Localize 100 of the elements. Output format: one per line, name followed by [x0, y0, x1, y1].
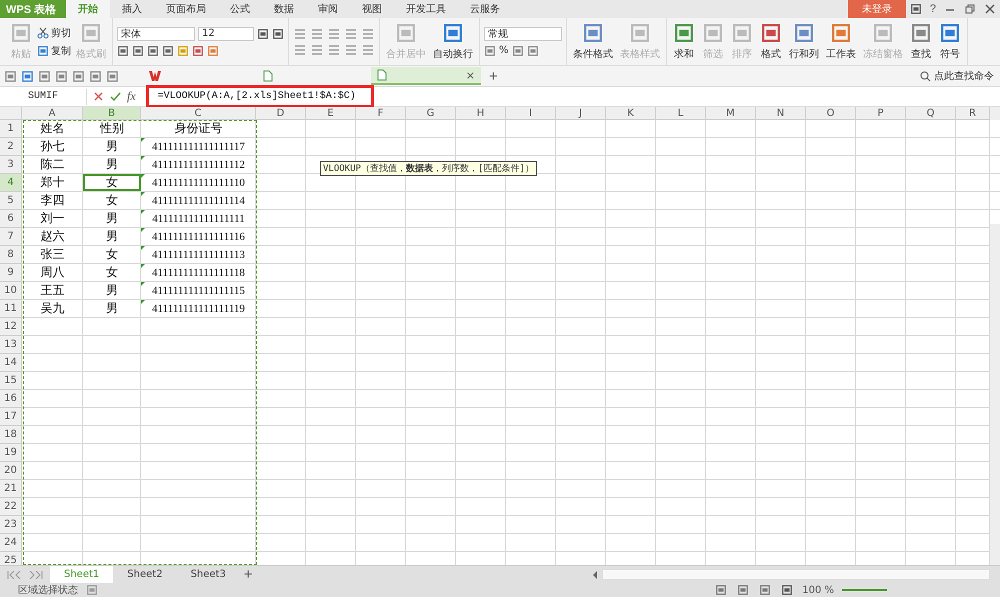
table-cell-text: 陈二 — [40, 156, 66, 173]
help-button[interactable]: ? — [926, 0, 940, 18]
font-size-field[interactable]: 12 — [198, 26, 254, 40]
row-header[interactable]: 22 — [0, 498, 22, 516]
new-tab-button[interactable]: + — [485, 68, 502, 84]
scroll-left-icon[interactable] — [592, 570, 598, 578]
function-button[interactable]: fx — [127, 89, 136, 104]
row-header[interactable]: 5 — [0, 192, 22, 210]
sheet-tab[interactable]: Sheet2 — [113, 566, 177, 583]
table-cell: 411111111111111110 — [141, 174, 256, 191]
column-header[interactable]: F — [356, 107, 406, 120]
column-header[interactable]: C — [141, 107, 256, 120]
ribbon-button[interactable]: 工作表 — [824, 22, 858, 61]
sheet-navigation-icon[interactable] — [7, 570, 43, 578]
number-format-field[interactable]: 常规 — [484, 26, 562, 40]
align-center-icon[interactable] — [310, 44, 324, 56]
column-header[interactable]: D — [256, 107, 306, 120]
ribbon-tab[interactable]: 云服务 — [458, 0, 512, 18]
row-header[interactable]: 8 — [0, 246, 22, 264]
table-cell: 411111111111111117 — [141, 138, 256, 155]
row-header[interactable]: 19 — [0, 444, 22, 462]
close-icon[interactable] — [984, 3, 996, 15]
ribbon-button[interactable]: 格式 — [758, 22, 784, 61]
document-tab[interactable]: × — [371, 67, 481, 85]
row-header[interactable]: 6 — [0, 210, 22, 228]
align-left-icon[interactable] — [293, 44, 307, 56]
status-text: 区域选择状态 — [18, 584, 78, 597]
confirm-icon[interactable] — [110, 91, 121, 102]
table-cell-text: 孙七 — [40, 138, 66, 155]
column-header[interactable]: E — [306, 107, 356, 120]
horizontal-scrollbar[interactable] — [602, 569, 990, 580]
formula-field[interactable]: =VLOOKUP(A:A,[2.xls]Sheet1!$A:$C) — [158, 91, 356, 102]
column-header[interactable]: Q — [906, 107, 956, 120]
row-header[interactable]: 9 — [0, 264, 22, 282]
ribbon-tab[interactable]: 页面布局 — [154, 0, 218, 18]
restore-icon[interactable] — [964, 3, 976, 15]
table-cell-text: 男 — [105, 156, 119, 173]
row-header[interactable]: 11 — [0, 300, 22, 318]
ribbon-tab[interactable]: 开发工具 — [394, 0, 458, 18]
column-header[interactable]: J — [556, 107, 606, 120]
row-header[interactable]: 20 — [0, 462, 22, 480]
row-header[interactable]: 23 — [0, 516, 22, 534]
row-header[interactable]: 1 — [0, 120, 22, 138]
ribbon-button[interactable]: 求和 — [671, 22, 697, 61]
align-top-icon[interactable] — [293, 28, 307, 40]
ribbon-tab[interactable]: 审阅 — [306, 0, 350, 18]
column-header[interactable]: H — [456, 107, 506, 120]
command-search-field[interactable]: 点此查找命令 — [920, 69, 994, 83]
row-header[interactable]: 21 — [0, 480, 22, 498]
row-header[interactable]: 7 — [0, 228, 22, 246]
column-header[interactable]: K — [606, 107, 656, 120]
column-header[interactable]: L — [656, 107, 706, 120]
align-right-icon[interactable] — [327, 44, 341, 56]
font-name-field[interactable]: 宋体 — [117, 26, 195, 40]
ribbon-button[interactable]: 行和列 — [787, 22, 821, 61]
row-header[interactable]: 24 — [0, 534, 22, 552]
column-header[interactable]: I — [506, 107, 556, 120]
login-button[interactable]: 未登录 — [848, 0, 906, 18]
name-box[interactable]: SUMIF — [0, 88, 87, 104]
ribbon-button[interactable]: 条件格式 — [571, 22, 615, 61]
column-header[interactable]: R — [956, 107, 990, 120]
percent-button[interactable]: % — [499, 45, 509, 56]
column-header[interactable]: G — [406, 107, 456, 120]
table-cell-text: 赵六 — [40, 228, 66, 245]
table-cell-text: 女 — [105, 192, 119, 209]
row-header[interactable]: 17 — [0, 408, 22, 426]
align-bottom-icon[interactable] — [327, 28, 341, 40]
row-header[interactable]: 3 — [0, 156, 22, 174]
row-header[interactable]: 4 — [0, 174, 22, 192]
cut-button[interactable]: 剪切 — [37, 26, 71, 40]
vertical-scrollbar[interactable] — [990, 224, 1000, 565]
row-header[interactable]: 25 — [0, 552, 22, 565]
column-header[interactable]: B — [83, 107, 141, 120]
row-header[interactable]: 14 — [0, 354, 22, 372]
add-sheet-button[interactable]: + — [240, 566, 257, 583]
ribbon-tab[interactable]: 公式 — [218, 0, 262, 18]
column-header[interactable]: P — [856, 107, 906, 120]
ribbon-tab[interactable]: 数据 — [262, 0, 306, 18]
row-header[interactable]: 15 — [0, 372, 22, 390]
sheet-tab[interactable]: Sheet1 — [50, 566, 114, 583]
column-header[interactable]: N — [756, 107, 806, 120]
copy-button[interactable]: 复制 — [37, 44, 71, 58]
justify-icon[interactable] — [344, 44, 358, 56]
row-header[interactable]: 12 — [0, 318, 22, 336]
sheet-tab[interactable]: Sheet3 — [176, 566, 240, 583]
row-header[interactable]: 2 — [0, 138, 22, 156]
ribbon-button[interactable]: 符号 — [937, 22, 963, 61]
align-middle-icon[interactable] — [310, 28, 324, 40]
table-cell-text: 张三 — [40, 246, 66, 263]
column-header[interactable]: O — [806, 107, 856, 120]
row-header[interactable]: 13 — [0, 336, 22, 354]
cancel-icon[interactable] — [93, 91, 104, 102]
ribbon-tab[interactable]: 视图 — [350, 0, 394, 18]
column-header[interactable]: M — [706, 107, 756, 120]
row-header[interactable]: 18 — [0, 426, 22, 444]
wrap-text-button[interactable]: 自动换行 — [431, 22, 475, 61]
row-header[interactable]: 10 — [0, 282, 22, 300]
row-header[interactable]: 16 — [0, 390, 22, 408]
ribbon-tab[interactable]: 插入 — [110, 0, 154, 18]
ribbon-button[interactable]: 查找 — [908, 22, 934, 61]
